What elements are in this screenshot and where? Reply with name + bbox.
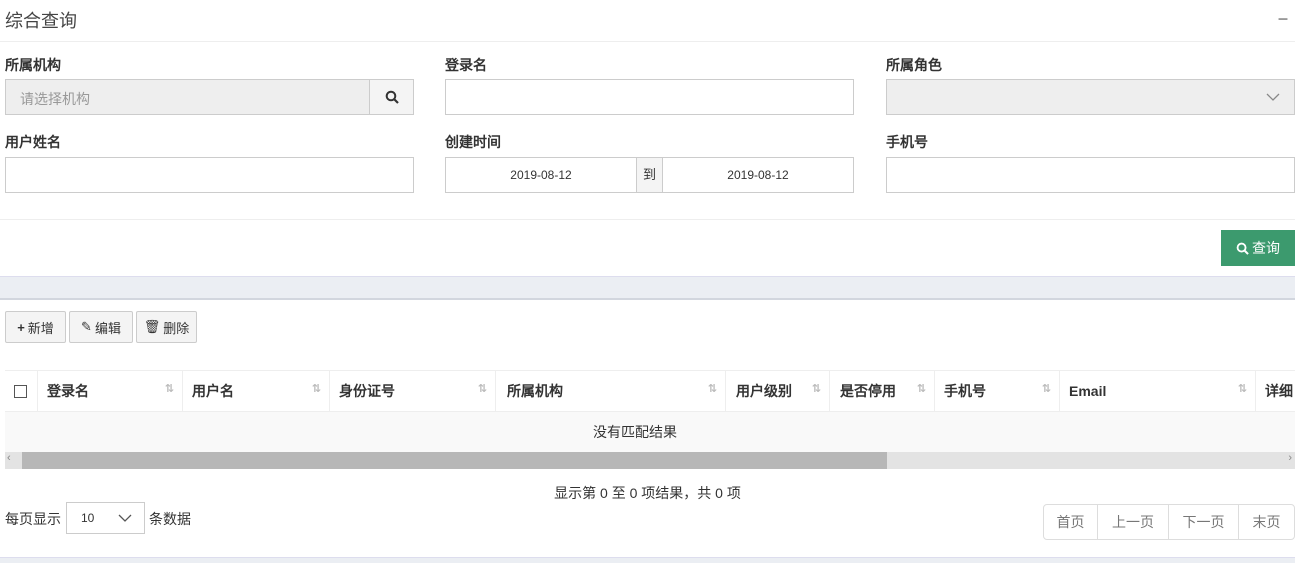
panel-bottom <box>0 557 1295 563</box>
column-label: 所属机构 <box>507 383 563 399</box>
column-label: 登录名 <box>47 383 89 399</box>
realname-label: 用户姓名 <box>5 134 61 150</box>
login-input[interactable] <box>445 79 854 115</box>
chevron-down-icon <box>118 514 132 522</box>
column-label: 用户级别 <box>736 383 792 399</box>
column-header[interactable]: 登录名 ⇅ <box>38 370 183 412</box>
org-search-button[interactable] <box>369 79 414 115</box>
trash-icon: 🗑 <box>143 319 161 334</box>
created-sep: 到 <box>636 157 663 193</box>
per-page-suffix: 条数据 <box>149 511 191 527</box>
scroll-right-icon[interactable]: › <box>1288 452 1292 464</box>
edit-label: 编辑 <box>94 320 121 336</box>
role-label: 所属角色 <box>886 57 942 73</box>
per-page-select[interactable]: 10 <box>66 502 145 534</box>
first-page-button[interactable]: 首页 <box>1043 504 1098 540</box>
select-all-cell <box>5 370 38 412</box>
select-all-checkbox[interactable] <box>14 384 27 398</box>
search-button[interactable]: 查询 <box>1221 230 1295 266</box>
search-icon <box>1236 242 1249 255</box>
empty-row: 没有匹配结果 <box>5 412 1295 452</box>
phone-label: 手机号 <box>886 134 928 150</box>
next-page-button[interactable]: 下一页 <box>1168 504 1239 540</box>
delete-button[interactable]: 🗑 删除 <box>136 311 197 343</box>
last-page-button[interactable]: 末页 <box>1238 504 1295 540</box>
column-label: 手机号 <box>944 383 986 399</box>
minus-icon[interactable]: – <box>1278 8 1288 29</box>
divider <box>0 219 1295 220</box>
role-select[interactable] <box>886 79 1295 115</box>
search-label: 查询 <box>1252 240 1280 256</box>
column-label: 是否停用 <box>840 383 896 399</box>
column-header[interactable]: 所属机构 ⇅ <box>496 370 726 412</box>
delete-label: 删除 <box>163 320 190 336</box>
scrollbar-thumb[interactable] <box>22 452 887 469</box>
column-header[interactable]: Email ⇅ <box>1060 370 1256 412</box>
sort-icon: ⇅ <box>311 383 321 395</box>
column-header[interactable]: 是否停用 ⇅ <box>830 370 935 412</box>
org-placeholder: 请选择机构 <box>20 91 90 107</box>
sort-icon: ⇅ <box>707 383 717 395</box>
add-button[interactable]: + 新增 <box>5 311 66 343</box>
column-header[interactable]: 用户级别 ⇅ <box>726 370 830 412</box>
sort-icon: ⇅ <box>1041 383 1051 395</box>
chevron-down-icon <box>1266 93 1280 101</box>
created-to-input[interactable]: 2019-08-12 <box>662 157 854 193</box>
panel-title: 综合查询 <box>5 11 77 31</box>
pagination-summary: 显示第 0 至 0 项结果，共 0 项 <box>554 485 741 501</box>
phone-input[interactable] <box>886 157 1295 193</box>
realname-input[interactable] <box>5 157 414 193</box>
sort-icon: ⇅ <box>811 383 821 395</box>
add-label: 新增 <box>27 320 54 336</box>
column-header[interactable]: 用户名 ⇅ <box>183 370 330 412</box>
plus-icon: + <box>17 319 25 335</box>
per-page-value: 10 <box>81 511 95 525</box>
section-separator <box>0 276 1295 300</box>
column-header[interactable]: 身份证号 ⇅ <box>330 370 496 412</box>
column-header[interactable]: 手机号 ⇅ <box>935 370 1060 412</box>
column-label: Email <box>1069 383 1107 399</box>
login-label: 登录名 <box>445 57 487 73</box>
prev-page-button[interactable]: 上一页 <box>1097 504 1169 540</box>
org-label: 所属机构 <box>5 57 61 73</box>
column-label: 身份证号 <box>339 383 395 399</box>
column-label: 详细 <box>1265 383 1293 399</box>
per-page-prefix: 每页显示 <box>5 511 61 527</box>
sort-icon: ⇅ <box>916 383 926 395</box>
sort-icon: ⇅ <box>1237 383 1247 395</box>
edit-button[interactable]: ✎ 编辑 <box>69 311 133 343</box>
column-label: 用户名 <box>192 383 234 399</box>
created-label: 创建时间 <box>445 134 501 150</box>
sort-icon: ⇅ <box>477 383 487 395</box>
edit-icon: ✎ <box>81 319 92 334</box>
scroll-left-icon[interactable]: ‹ <box>7 452 11 464</box>
empty-message: 没有匹配结果 <box>593 424 677 440</box>
horizontal-scrollbar[interactable]: ‹ › <box>5 452 1295 469</box>
sort-icon: ⇅ <box>164 383 174 395</box>
org-input[interactable]: 请选择机构 <box>5 79 370 115</box>
search-icon <box>385 90 399 104</box>
column-header[interactable]: 详细 <box>1256 370 1295 412</box>
divider <box>0 41 1295 42</box>
created-from-input[interactable]: 2019-08-12 <box>445 157 637 193</box>
